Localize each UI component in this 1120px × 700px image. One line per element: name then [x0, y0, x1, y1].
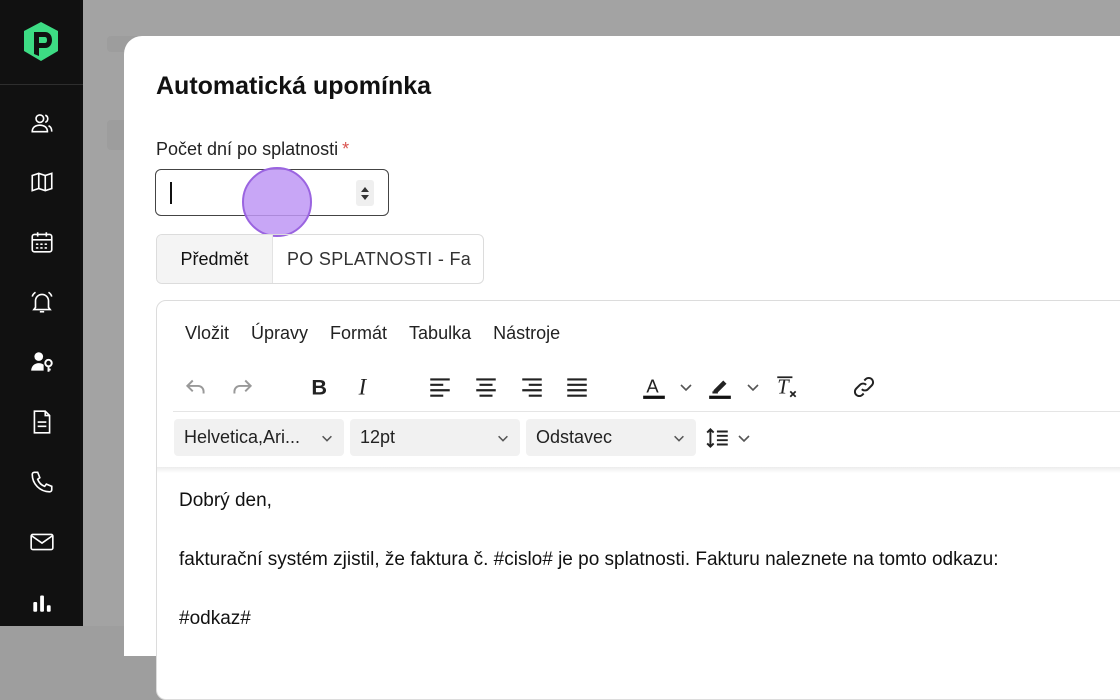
font-family-select[interactable]: Helvetica,Ari... — [174, 419, 344, 456]
user-key-icon[interactable] — [28, 348, 56, 376]
content-line-link: #odkaz# — [179, 608, 251, 629]
text-color-icon[interactable]: A — [639, 369, 669, 405]
highlight-chevron-icon[interactable] — [744, 369, 762, 405]
menu-table[interactable]: Tabulka — [409, 323, 471, 344]
days-field-label: Počet dní po splatnosti * — [156, 139, 349, 160]
subject-addon-label: Předmět — [157, 235, 273, 283]
redo-icon[interactable] — [227, 369, 257, 405]
menu-tools[interactable]: Nástroje — [493, 323, 560, 344]
document-icon[interactable] — [28, 408, 56, 436]
calendar-icon[interactable] — [28, 228, 56, 256]
chevron-down-icon — [498, 435, 508, 442]
subject-field: Předmět PO SPLATNOSTI - Fa — [156, 234, 484, 284]
block-format-value: Odstavec — [536, 427, 613, 447]
font-family-value: Helvetica,Ari... — [184, 427, 301, 447]
menu-edit[interactable]: Úpravy — [251, 323, 308, 344]
rich-text-editor: Vložit Úpravy Formát Tabulka Nástroje B … — [156, 300, 1120, 700]
align-left-icon[interactable] — [425, 369, 455, 405]
subject-input[interactable]: PO SPLATNOSTI - Fa — [273, 235, 483, 283]
sidebar-divider — [0, 84, 83, 85]
align-center-icon[interactable] — [471, 369, 501, 405]
line-height-icon[interactable] — [703, 419, 733, 456]
justify-icon[interactable] — [562, 369, 592, 405]
required-marker: * — [342, 139, 350, 159]
map-icon[interactable] — [28, 168, 56, 196]
number-spinner[interactable] — [356, 180, 374, 206]
click-indicator — [242, 167, 312, 237]
content-line-greeting: Dobrý den, — [179, 490, 272, 511]
editor-toolbar: B I A T — [157, 369, 1120, 405]
line-height-chevron-icon[interactable] — [735, 419, 753, 456]
svg-text:I: I — [358, 375, 368, 400]
svg-text:A: A — [646, 375, 659, 396]
italic-icon[interactable]: I — [349, 369, 379, 405]
chevron-down-icon — [322, 435, 332, 442]
svg-text:T: T — [777, 377, 790, 399]
spinner-down-icon[interactable] — [361, 194, 369, 200]
menu-insert[interactable]: Vložit — [185, 323, 229, 344]
modal-title: Automatická upomínka — [156, 72, 432, 100]
editor-menubar: Vložit Úpravy Formát Tabulka Nástroje — [185, 323, 560, 344]
content-line-body: fakturační systém zjistil, že faktura č.… — [179, 549, 999, 570]
toolbar-divider — [173, 411, 1120, 412]
spinner-up-icon[interactable] — [361, 186, 369, 192]
font-size-select[interactable]: 12pt — [350, 419, 520, 456]
toolbar-shadow — [157, 467, 1120, 473]
svg-text:B: B — [311, 375, 327, 400]
bar-chart-icon[interactable] — [28, 588, 56, 616]
users-icon[interactable] — [28, 109, 56, 137]
bell-icon[interactable] — [28, 288, 56, 316]
bold-icon[interactable]: B — [304, 369, 334, 405]
menu-format[interactable]: Formát — [330, 323, 387, 344]
font-size-value: 12pt — [360, 427, 396, 447]
reminder-modal: Automatická upomínka Počet dní po splatn… — [124, 36, 1120, 700]
text-color-chevron-icon[interactable] — [677, 369, 695, 405]
mail-icon[interactable] — [28, 528, 56, 556]
chevron-down-icon — [674, 435, 684, 442]
logo-mark[interactable] — [21, 20, 61, 64]
block-format-select[interactable]: Odstavec — [526, 419, 696, 456]
sidebar — [0, 0, 83, 626]
highlight-color-icon[interactable] — [704, 369, 736, 405]
align-right-icon[interactable] — [517, 369, 547, 405]
phone-icon[interactable] — [28, 468, 56, 496]
clear-formatting-icon[interactable]: T — [772, 369, 802, 405]
undo-icon[interactable] — [181, 369, 211, 405]
text-caret — [170, 182, 172, 204]
link-icon[interactable] — [849, 369, 879, 405]
days-label-text: Počet dní po splatnosti — [156, 139, 339, 159]
